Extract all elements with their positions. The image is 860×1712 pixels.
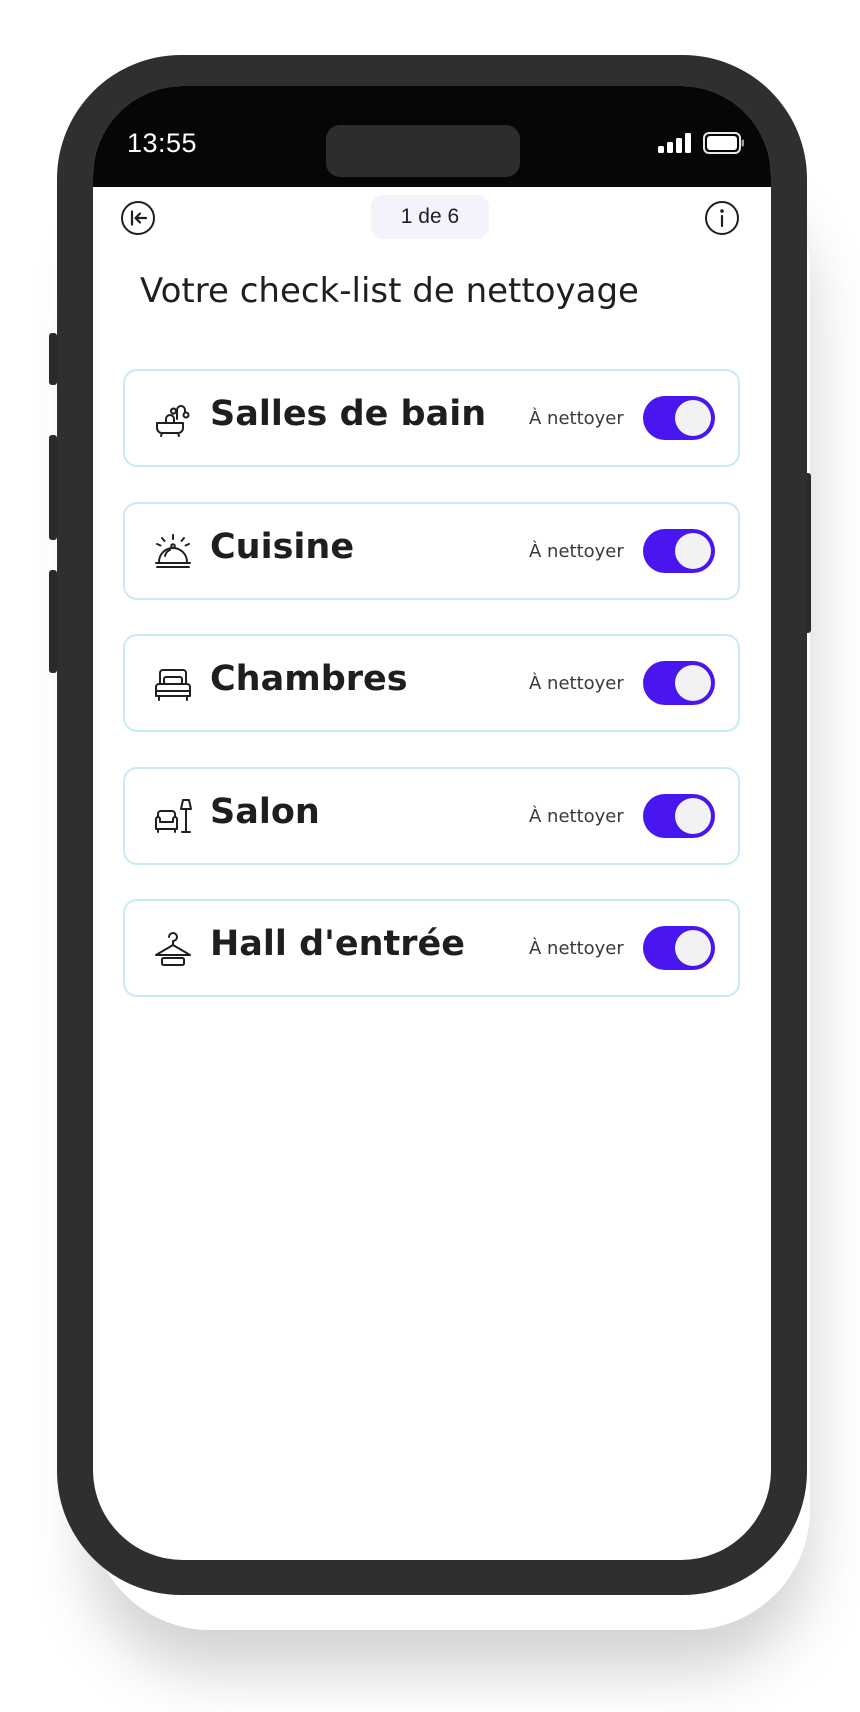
toggle-knob <box>675 533 711 569</box>
room-toggle-chambres[interactable] <box>643 661 715 705</box>
phone-screen: 13:55 1 de 6 Votre check-list de nettoya… <box>93 86 771 1560</box>
room-label: Cuisine <box>210 527 355 567</box>
toggle-knob <box>675 400 711 436</box>
room-status: À nettoyer <box>529 938 624 959</box>
cloche-icon <box>155 534 191 568</box>
mute-switch <box>49 333 57 385</box>
room-status: À nettoyer <box>529 408 624 429</box>
device-mockup: 13:55 1 de 6 Votre check-list de nettoya… <box>0 0 860 1712</box>
room-status: À nettoyer <box>529 673 624 694</box>
hanger-icon <box>155 932 191 966</box>
room-toggle-cuisine[interactable] <box>643 529 715 573</box>
room-toggle-hall-entree[interactable] <box>643 926 715 970</box>
room-status: À nettoyer <box>529 541 624 562</box>
room-label: Salles de bain <box>210 394 487 434</box>
toggle-knob <box>675 798 711 834</box>
phone-frame: 13:55 1 de 6 Votre check-list de nettoya… <box>57 55 807 1595</box>
room-card-chambres[interactable]: Chambres À nettoyer <box>123 634 740 732</box>
info-icon[interactable] <box>703 199 741 237</box>
room-toggle-salon[interactable] <box>643 794 715 838</box>
room-card-salles-de-bain[interactable]: Salles de bain À nettoyer <box>123 369 740 467</box>
bathtub-icon <box>156 405 190 437</box>
exit-back-icon[interactable] <box>119 199 157 237</box>
room-label: Hall d'entrée <box>210 924 465 964</box>
room-status: À nettoyer <box>529 806 624 827</box>
volume-up-button <box>49 435 57 540</box>
volume-down-button <box>49 570 57 673</box>
cellular-signal-icon <box>658 133 691 153</box>
room-label: Chambres <box>210 659 408 699</box>
battery-icon <box>703 132 744 154</box>
step-counter: 1 de 6 <box>371 195 489 239</box>
room-card-salon[interactable]: Salon À nettoyer <box>123 767 740 865</box>
status-bar: 13:55 <box>93 86 771 187</box>
status-time: 13:55 <box>127 128 198 158</box>
toggle-knob <box>675 930 711 966</box>
page-title: Votre check-list de nettoyage <box>140 271 639 311</box>
room-toggle-salles-de-bain[interactable] <box>643 396 715 440</box>
dynamic-island <box>326 125 520 177</box>
room-label: Salon <box>210 792 320 832</box>
bed-icon <box>155 669 191 701</box>
toggle-knob <box>675 665 711 701</box>
armchair-lamp-icon <box>155 799 192 833</box>
step-counter-label: 1 de 6 <box>400 205 460 228</box>
room-card-cuisine[interactable]: Cuisine À nettoyer <box>123 502 740 600</box>
room-card-hall-entree[interactable]: Hall d'entrée À nettoyer <box>123 899 740 997</box>
